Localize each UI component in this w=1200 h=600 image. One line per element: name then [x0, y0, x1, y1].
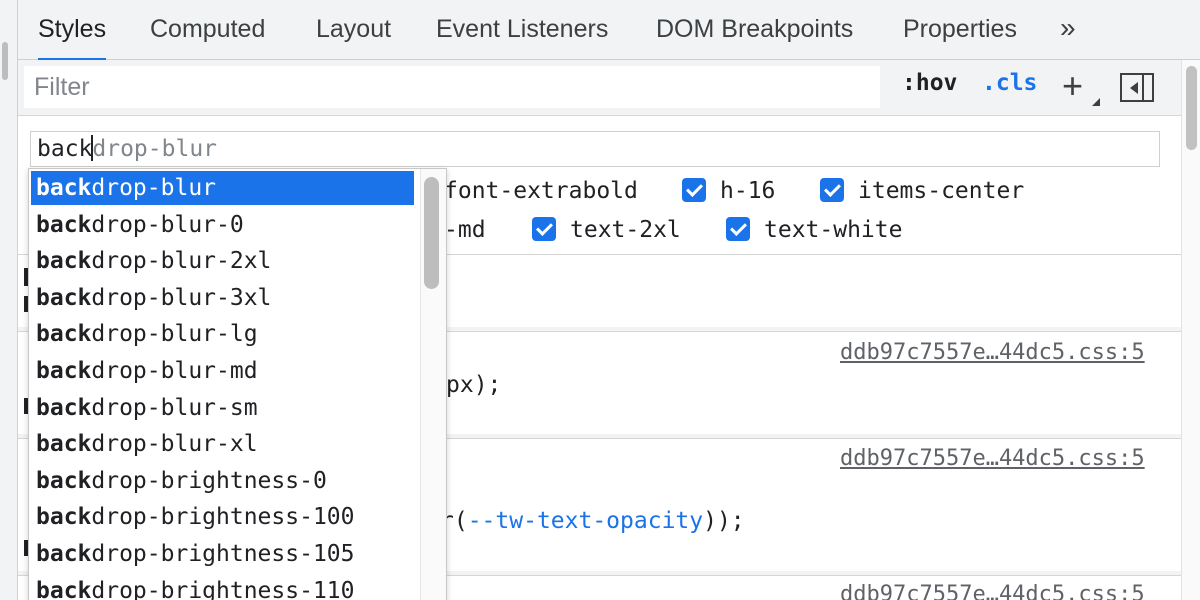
suggestion-item[interactable]: backdrop-blur-md [31, 354, 414, 388]
suggestion-match: back [36, 211, 92, 238]
rule-source-link[interactable]: ddb97c7557e…44dc5.css:5 [840, 446, 1145, 471]
rule-source-link[interactable]: ddb97c7557e…44dc5.css:5 [840, 340, 1145, 365]
suggestion-rest: drop-blur-0 [91, 211, 244, 238]
suggestion-rest: drop-blur-sm [91, 394, 258, 421]
left-gutter [0, 0, 18, 600]
checkbox-checked-icon[interactable] [820, 178, 844, 202]
suggestion-rest: drop-blur-lg [91, 321, 258, 348]
suggestion-match: back [36, 284, 92, 311]
tab-layout[interactable]: Layout [316, 0, 391, 60]
suggestion-rest: drop-blur-2xl [91, 248, 272, 275]
class-toggle-partial[interactable]: -md [444, 215, 486, 245]
tab-dom-breakpoints-label: DOM Breakpoints [656, 15, 854, 43]
more-tabs-chevron-icon[interactable]: » [1060, 0, 1075, 60]
suggestion-rest: drop-brightness-105 [91, 541, 355, 567]
tab-event-listeners-label: Event Listeners [436, 15, 609, 43]
resize-grip[interactable] [2, 42, 8, 80]
tab-properties-label: Properties [903, 15, 1017, 43]
rule-source-link[interactable]: ddb97c7557e…44dc5.css:5 [840, 582, 1145, 600]
class-name-label: h-16 [720, 178, 776, 204]
sidebar-icon-arrow [1130, 82, 1138, 94]
devtools-tab-bar: Styles Computed Layout Event Listeners D… [18, 0, 1200, 61]
suggestion-item[interactable]: backdrop-blur-xl [31, 427, 414, 461]
tab-event-listeners[interactable]: Event Listeners [436, 0, 608, 60]
suggestion-rest: drop-brightness-0 [91, 467, 327, 494]
suggestion-match: back [36, 248, 92, 275]
suggestion-item[interactable]: backdrop-blur-2xl [31, 244, 414, 278]
toggle-sidebar-icon[interactable] [1120, 73, 1154, 102]
tab-properties[interactable]: Properties [903, 0, 1017, 60]
checkbox-checked-icon[interactable] [682, 178, 706, 202]
class-input-typed: back [37, 136, 93, 162]
suggestion-match: back [36, 358, 92, 384]
class-toggle-text-white[interactable]: text-white [726, 215, 902, 245]
new-rule-menu-corner-icon[interactable] [1092, 98, 1100, 106]
class-name-label: text-2xl [570, 217, 681, 243]
suggestion-match: back [36, 504, 92, 531]
class-name-label: text-white [764, 217, 903, 243]
dropdown-scrollbar[interactable] [420, 169, 446, 600]
dropdown-scrollbar-thumb[interactable] [424, 177, 439, 289]
tab-styles-label: Styles [38, 15, 107, 43]
tab-computed[interactable]: Computed [150, 0, 265, 60]
new-style-rule-plus-icon[interactable]: + [1062, 62, 1083, 110]
class-toggle-h-16[interactable]: h-16 [682, 176, 775, 206]
suggestion-item[interactable]: backdrop-blur [31, 171, 414, 205]
suggestion-match: back [36, 541, 92, 567]
sidebar-icon-bar [1142, 75, 1144, 100]
class-toggle-button[interactable]: .cls [982, 70, 1037, 96]
scrollbar-thumb[interactable] [1186, 66, 1197, 150]
checkbox-checked-icon[interactable] [726, 217, 750, 241]
styles-pane-scrollbar[interactable] [1181, 60, 1200, 600]
class-input-completion: drop-blur [92, 136, 218, 162]
suggestion-match: back [36, 431, 92, 458]
suggestion-match: back [36, 467, 92, 494]
suggestion-rest: drop-brightness-110 [91, 577, 355, 600]
tab-computed-label: Computed [150, 15, 266, 43]
suggestion-item[interactable]: backdrop-brightness-105 [31, 537, 414, 571]
suggestion-item[interactable]: backdrop-brightness-100 [31, 500, 414, 534]
rule-code-fragment: px); [446, 372, 502, 398]
suggestion-item[interactable]: backdrop-brightness-110 [31, 574, 414, 600]
tab-dom-breakpoints[interactable]: DOM Breakpoints [656, 0, 853, 60]
suggestion-item[interactable]: backdrop-blur-sm [31, 391, 414, 425]
class-name-label: items-center [858, 178, 1025, 204]
class-toggle-text-2xl[interactable]: text-2xl [532, 215, 681, 245]
checkbox-checked-icon[interactable] [532, 217, 556, 241]
class-name-label: -md [444, 217, 486, 243]
suggestion-rest: drop-brightness-100 [91, 504, 355, 531]
suggestion-rest: drop-blur-xl [91, 431, 258, 458]
suggestion-item[interactable]: backdrop-blur-lg [31, 317, 414, 351]
class-toggle-font-extrabold[interactable]: font-extrabold [444, 176, 638, 206]
suggestion-match: back [36, 321, 92, 348]
class-toggle-items-center[interactable]: items-center [820, 176, 1024, 206]
autocomplete-dropdown: backdrop-blur backdrop-blur-0 backdrop-blu… [28, 168, 447, 600]
tab-layout-label: Layout [316, 15, 392, 43]
css-variable: --tw-text-opacity [467, 508, 704, 534]
suggestion-rest: drop-blur [91, 175, 217, 201]
suggestion-match: back [36, 394, 92, 421]
suggestion-item[interactable]: backdrop-brightness-0 [31, 464, 414, 498]
suggestion-rest: drop-blur-3xl [91, 284, 272, 311]
suggestion-item[interactable]: backdrop-blur-0 [31, 208, 414, 242]
hover-state-toggle-button[interactable]: :hov [902, 70, 957, 96]
filter-input[interactable] [24, 66, 880, 108]
styles-toolbar: :hov .cls + [18, 60, 1181, 116]
tab-styles[interactable]: Styles [38, 0, 107, 61]
suggestion-match: back [36, 577, 92, 600]
suggestion-rest: drop-blur-md [91, 358, 258, 384]
add-class-input[interactable]: backdrop-blur [30, 131, 1160, 167]
code-suffix: )); [703, 508, 745, 534]
suggestion-item[interactable]: backdrop-blur-3xl [31, 281, 414, 315]
rule-code-fragment: r(--tw-text-opacity)); [440, 508, 745, 534]
suggestion-match: back [36, 175, 92, 201]
class-name-label: font-extrabold [444, 178, 638, 204]
